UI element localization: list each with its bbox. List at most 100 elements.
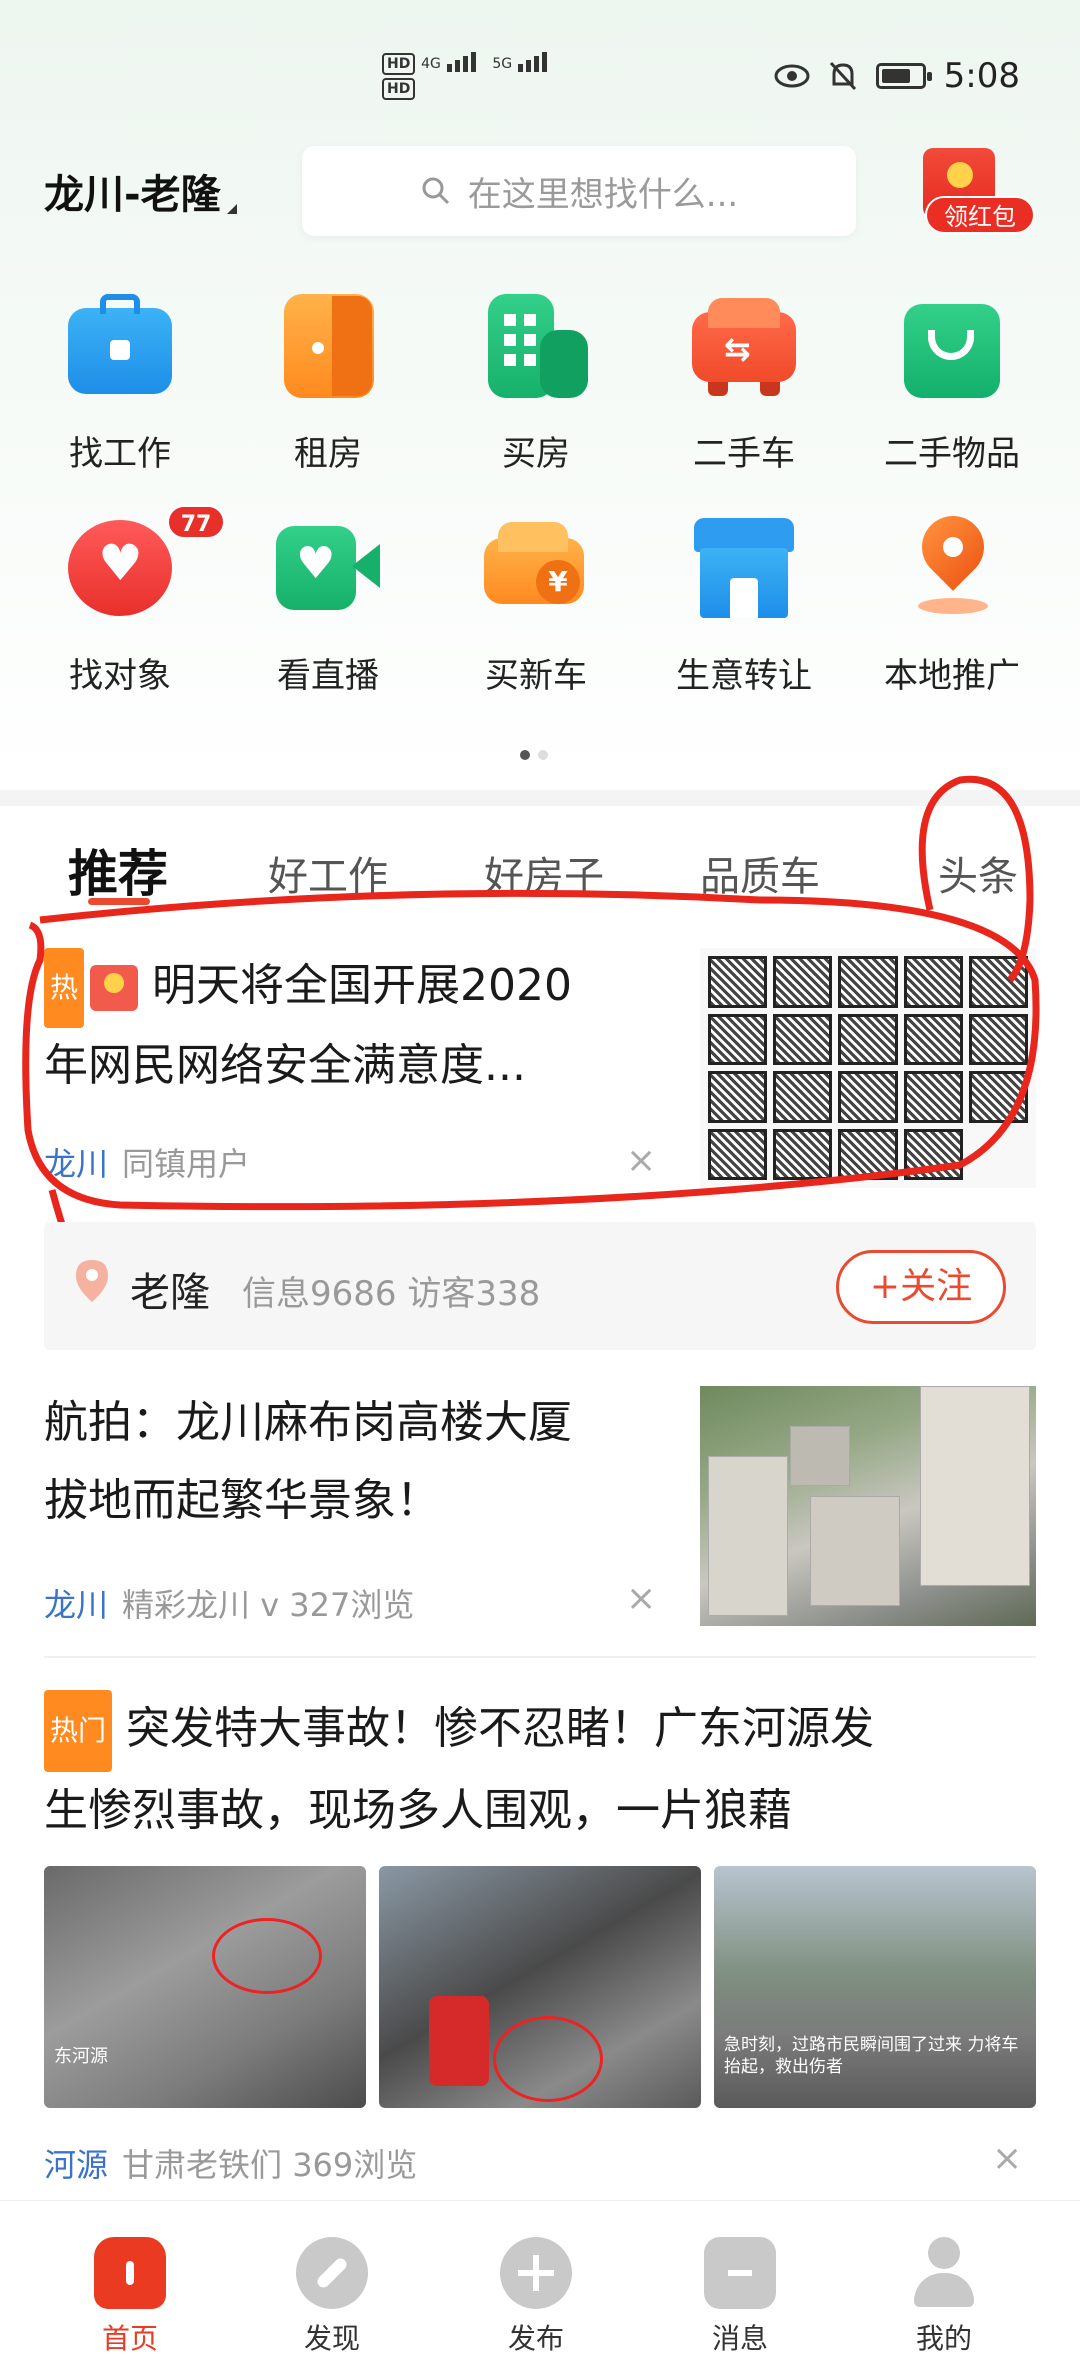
grid-label: 买新车: [485, 656, 587, 696]
status-time: 5:08: [943, 56, 1020, 96]
nav-profile[interactable]: 我的: [884, 2237, 1004, 2357]
dismiss-button[interactable]: ×: [992, 2138, 1022, 2179]
red-envelope-icon: [90, 965, 139, 1011]
nav-label: 发布: [507, 2322, 564, 2355]
news-image[interactable]: 急时刻，过路市民瞬间围了过来 力将车抬起，救出伤者: [714, 1866, 1036, 2108]
author-card[interactable]: 老隆 信息9686 访客338 +关注: [44, 1222, 1036, 1350]
dismiss-button[interactable]: ×: [626, 1578, 656, 1619]
status-bar: HD 4G 5G HD 5:08: [0, 0, 1080, 150]
section-separator: [0, 790, 1080, 806]
author-name: 老隆: [130, 1270, 210, 1316]
news-meta: 龙川 精彩龙川 v 327浏览: [44, 1566, 684, 1644]
news-meta: 龙川 同镇用户: [44, 1126, 684, 1202]
follow-button[interactable]: +关注: [836, 1250, 1006, 1324]
unread-badge: 77: [166, 504, 226, 540]
grid-label: 买房: [502, 434, 570, 474]
image-caption: 急时刻，过路市民瞬间围了过来 力将车抬起，救出伤者: [724, 2035, 1019, 2077]
image-caption: 东河源: [54, 2046, 108, 2067]
news-title-line: 突发特大事故！惨不忍睹！广东河源发: [126, 1703, 875, 1754]
location-pin-icon: [896, 503, 1008, 624]
signal-indicator: HD 4G 5G HD: [382, 52, 550, 102]
tab-good-jobs[interactable]: 好工作: [268, 844, 388, 902]
door-icon: [272, 290, 384, 402]
tab-headlines[interactable]: 头条: [938, 844, 1018, 902]
news-image[interactable]: 东河源: [44, 1866, 366, 2108]
tab-underline: [88, 898, 150, 905]
grid-item-local-promotion[interactable]: 本地推广: [862, 503, 1042, 697]
news-meta: 河源 甘肃老铁们 369浏览: [44, 2140, 417, 2186]
nav-label: 我的: [915, 2322, 972, 2355]
news-thumbnail[interactable]: [700, 1386, 1036, 1626]
bell-off-icon: [829, 61, 856, 91]
search-placeholder: 在这里想找什么...: [467, 174, 739, 215]
tab-recommend[interactable]: 推荐: [68, 834, 168, 906]
news-location[interactable]: 龙川: [44, 1586, 108, 1624]
news-source: 甘肃老铁们 369浏览: [122, 2146, 418, 2184]
heart-chat-icon: ♥: [64, 512, 176, 624]
grid-item-find-job[interactable]: 找工作: [30, 290, 210, 475]
tab-good-houses[interactable]: 好房子: [484, 844, 604, 902]
news-location[interactable]: 龙川: [44, 1145, 108, 1183]
grid-item-live[interactable]: ♥ 看直播: [238, 512, 418, 697]
grid-label: 租房: [294, 434, 362, 474]
grid-item-rent[interactable]: 租房: [238, 290, 418, 475]
video-heart-icon: ♥: [272, 512, 384, 624]
location-pin-icon: [76, 1260, 108, 1302]
tab-quality-cars[interactable]: 品质车: [700, 844, 820, 902]
news-title-line: 拔地而起繁华景象！: [44, 1475, 440, 1526]
shopping-bag-icon: [896, 290, 1008, 402]
news-thumbnail[interactable]: [700, 948, 1036, 1188]
news-source: 精彩龙川 v 327浏览: [122, 1586, 415, 1624]
nav-label: 发现: [303, 2322, 360, 2355]
home-icon: [94, 2237, 166, 2309]
red-packet-label: 领红包: [925, 196, 1035, 234]
compass-icon: [296, 2237, 368, 2309]
nav-messages[interactable]: 消息: [680, 2237, 800, 2357]
grid-item-new-car[interactable]: ¥ 买新车: [446, 512, 626, 697]
news-item-3[interactable]: 热门 突发特大事故！惨不忍睹！广东河源发 生惨烈事故，现场多人围观，一片狼藉: [44, 1690, 1036, 1850]
page-indicator: [520, 750, 548, 760]
building-icon: [480, 290, 592, 402]
red-packet-button[interactable]: 领红包: [903, 148, 1035, 238]
search-icon: [422, 177, 449, 205]
divider: [44, 1656, 1036, 1658]
shop-icon: [688, 512, 800, 624]
news-item-2[interactable]: 航拍：龙川麻布岗高楼大厦 拔地而起繁华景象！ 龙川 精彩龙川 v 327浏览: [44, 1384, 684, 1644]
grid-item-second-hand[interactable]: 二手物品: [862, 290, 1042, 475]
nav-label: 首页: [101, 2322, 158, 2355]
battery-icon: [875, 63, 932, 89]
nav-home[interactable]: 首页: [70, 2237, 190, 2357]
eye-icon: [774, 64, 810, 88]
grid-item-buy-house[interactable]: 买房: [446, 290, 626, 475]
news-image[interactable]: [379, 1866, 701, 2108]
grid-item-used-car[interactable]: ⇆ 二手车: [654, 290, 834, 475]
grid-label: 找对象: [69, 656, 171, 696]
new-car-icon: ¥: [480, 512, 592, 624]
coin-icon: [947, 162, 973, 188]
news-title: 航拍：龙川麻布岗高楼大厦 拔地而起繁华景象！: [44, 1384, 684, 1540]
grid-label: 二手物品: [884, 434, 1020, 474]
news-image-row: 东河源 急时刻，过路市民瞬间围了过来 力将车抬起，救出伤者: [44, 1866, 1036, 2108]
news-title-line: 年网民网络安全满意度...: [44, 1040, 526, 1091]
user-icon: [908, 2237, 980, 2309]
news-item-1[interactable]: 热 明天将全国开展2020 年网民网络安全满意度... 龙川 同镇用户: [44, 948, 684, 1202]
nav-discover[interactable]: 发现: [272, 2237, 392, 2357]
grid-label: 生意转让: [676, 656, 812, 696]
news-title: 热 明天将全国开展2020 年网民网络安全满意度...: [44, 948, 684, 1104]
city-selector[interactable]: 龙川-老隆: [44, 162, 237, 220]
grid-label: 找工作: [69, 434, 171, 474]
plus-icon: [500, 2237, 572, 2309]
nav-publish[interactable]: 发布: [476, 2237, 596, 2357]
nav-label: 消息: [711, 2322, 768, 2355]
news-title-line: 明天将全国开展2020: [152, 960, 572, 1011]
news-source: 同镇用户: [122, 1145, 251, 1183]
grid-label: 本地推广: [884, 656, 1020, 696]
news-location[interactable]: 河源: [44, 2146, 108, 2184]
grid-label: 看直播: [277, 656, 379, 696]
grid-label: 二手车: [693, 434, 795, 474]
search-bar[interactable]: 在这里想找什么...: [302, 146, 856, 236]
grid-item-business-transfer[interactable]: 生意转让: [654, 512, 834, 697]
used-car-icon: ⇆: [688, 290, 800, 402]
dismiss-button[interactable]: ×: [626, 1140, 656, 1181]
news-title-line: 航拍：龙川麻布岗高楼大厦: [44, 1397, 572, 1448]
